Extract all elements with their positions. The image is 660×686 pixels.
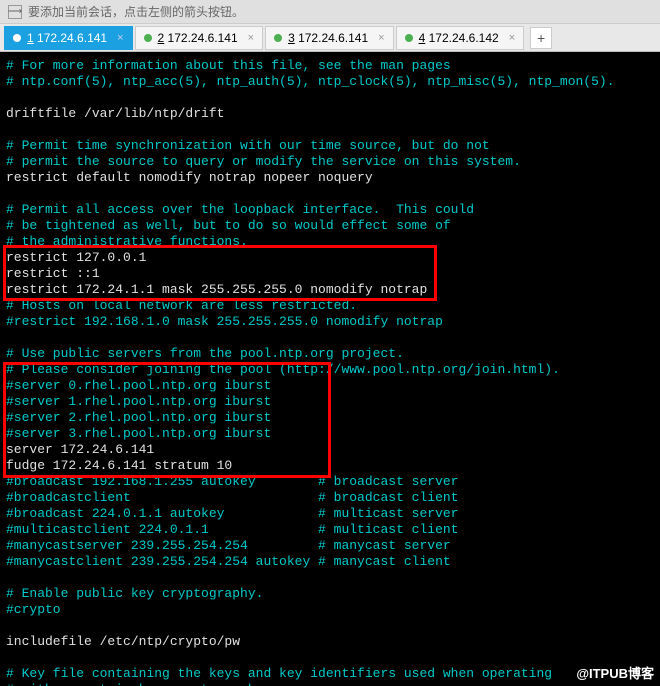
- config-line: #restrict 192.168.1.0 mask 255.255.255.0…: [6, 314, 654, 330]
- config-line: # Permit time synchronization with our t…: [6, 138, 654, 154]
- tab-label: 1 172.24.6.141: [27, 31, 107, 45]
- config-line: [6, 90, 654, 106]
- config-line: server 172.24.6.141: [6, 442, 654, 458]
- config-line: #manycastserver 239.255.254.254 # manyca…: [6, 538, 654, 554]
- config-line: [6, 570, 654, 586]
- close-icon[interactable]: ×: [378, 32, 384, 44]
- config-line: fudge 172.24.6.141 stratum 10: [6, 458, 654, 474]
- tab-label: 4 172.24.6.142: [419, 31, 499, 45]
- terminal-content[interactable]: # For more information about this file, …: [0, 52, 660, 686]
- config-line: #server 1.rhel.pool.ntp.org iburst: [6, 394, 654, 410]
- close-icon[interactable]: ×: [248, 32, 254, 44]
- tab-label: 3 172.24.6.141: [288, 31, 368, 45]
- config-line: # permit the source to query or modify t…: [6, 154, 654, 170]
- session-tab-4[interactable]: 4 172.24.6.142 ×: [396, 26, 525, 50]
- config-line: # For more information about this file, …: [6, 58, 654, 74]
- config-line: #crypto: [6, 602, 654, 618]
- tab-label: 2 172.24.6.141: [158, 31, 238, 45]
- config-line: # be tightened as well, but to do so wou…: [6, 218, 654, 234]
- config-line: # Please consider joining the pool (http…: [6, 362, 654, 378]
- config-line: # Key file containing the keys and key i…: [6, 666, 654, 682]
- config-line: # ntp.conf(5), ntp_acc(5), ntp_auth(5), …: [6, 74, 654, 90]
- config-line: #server 2.rhel.pool.ntp.org iburst: [6, 410, 654, 426]
- add-tab-button[interactable]: +: [530, 27, 552, 49]
- config-line: #broadcastclient # broadcast client: [6, 490, 654, 506]
- hint-bar: ⟶ 要添加当前会话，点击左侧的箭头按钮。: [0, 0, 660, 24]
- config-line: # Hosts on local network are less restri…: [6, 298, 654, 314]
- close-icon[interactable]: ×: [117, 32, 123, 44]
- config-line: restrict 127.0.0.1: [6, 250, 654, 266]
- close-icon[interactable]: ×: [509, 32, 515, 44]
- config-line: # Permit all access over the loopback in…: [6, 202, 654, 218]
- hint-text: 要添加当前会话，点击左侧的箭头按钮。: [28, 3, 244, 20]
- status-dot-icon: [274, 34, 282, 42]
- status-dot-icon: [405, 34, 413, 42]
- status-dot-icon: [144, 34, 152, 42]
- status-dot-icon: [13, 34, 21, 42]
- config-line: # Use public servers from the pool.ntp.o…: [6, 346, 654, 362]
- config-line: #multicastclient 224.0.1.1 # multicast c…: [6, 522, 654, 538]
- config-line: [6, 122, 654, 138]
- config-line: # Enable public key cryptography.: [6, 586, 654, 602]
- config-line: # the administrative functions.: [6, 234, 654, 250]
- config-line: #broadcast 224.0.1.1 autokey # multicast…: [6, 506, 654, 522]
- config-line: restrict 172.24.1.1 mask 255.255.255.0 n…: [6, 282, 654, 298]
- config-line: [6, 330, 654, 346]
- config-line: restrict default nomodify notrap nopeer …: [6, 170, 654, 186]
- tab-bar: 1 172.24.6.141×2 172.24.6.141×3 172.24.6…: [0, 24, 660, 52]
- session-tab-1[interactable]: 1 172.24.6.141 ×: [4, 26, 133, 50]
- session-tab-3[interactable]: 3 172.24.6.141 ×: [265, 26, 394, 50]
- config-line: #server 3.rhel.pool.ntp.org iburst: [6, 426, 654, 442]
- config-line: includefile /etc/ntp/crypto/pw: [6, 634, 654, 650]
- config-line: [6, 650, 654, 666]
- config-line: restrict ::1: [6, 266, 654, 282]
- watermark: @ITPUB博客: [576, 663, 654, 682]
- hint-arrow-icon[interactable]: ⟶: [8, 5, 22, 19]
- config-line: [6, 618, 654, 634]
- config-line: #manycastclient 239.255.254.254 autokey …: [6, 554, 654, 570]
- config-line: driftfile /var/lib/ntp/drift: [6, 106, 654, 122]
- config-line: #broadcast 192.168.1.255 autokey # broad…: [6, 474, 654, 490]
- session-tab-2[interactable]: 2 172.24.6.141 ×: [135, 26, 264, 50]
- config-line: # with symmetric key cryptography.: [6, 682, 654, 686]
- config-line: [6, 186, 654, 202]
- config-line: #server 0.rhel.pool.ntp.org iburst: [6, 378, 654, 394]
